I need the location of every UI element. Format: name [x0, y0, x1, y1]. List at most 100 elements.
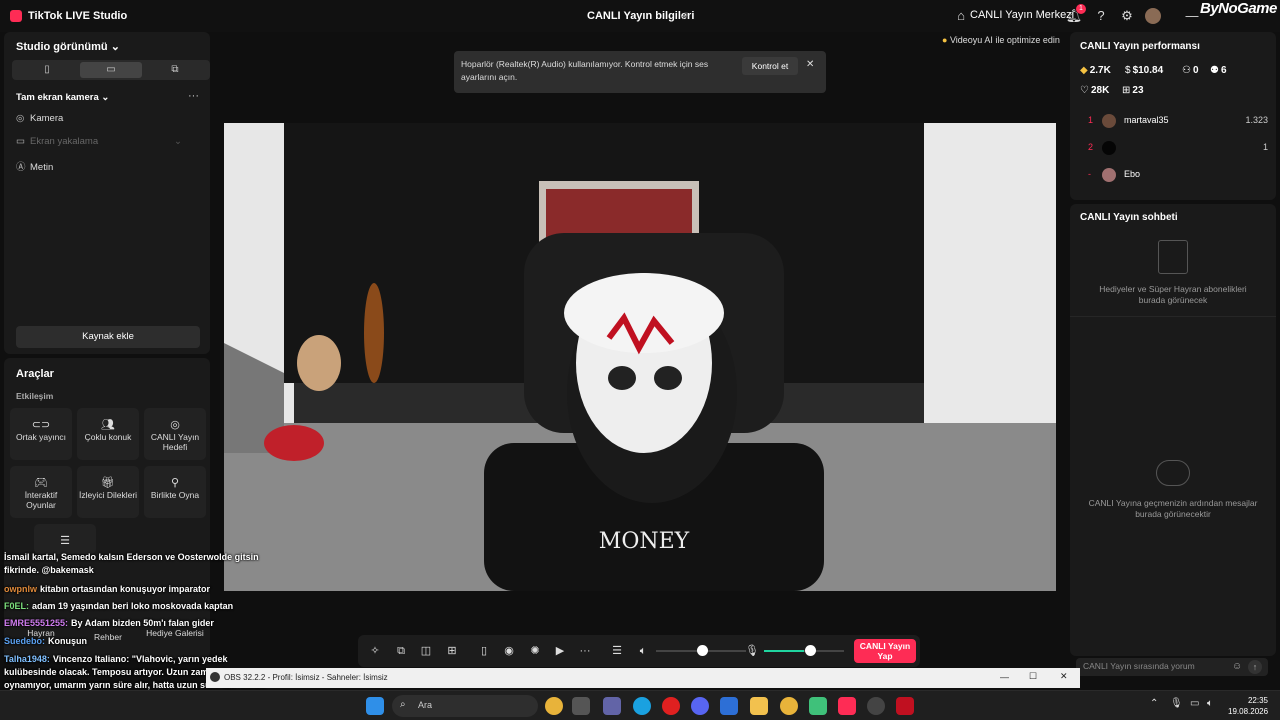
stream-control-toolbar: ✧ ⧉ ◫ ⊞ ▯ ◉ ✺ ▶ ··· ☰ 🔈︎ 🎙︎ CANLI Yayın …: [358, 635, 920, 667]
close-icon[interactable]: ✕: [1060, 671, 1068, 682]
windows-start-icon[interactable]: [366, 697, 384, 715]
tool-interactive-games[interactable]: 🎮︎ İnteraktif Oyunlar: [10, 466, 72, 518]
close-icon[interactable]: ✕: [806, 59, 814, 70]
chrome-icon[interactable]: [780, 697, 798, 715]
live-center-button[interactable]: CANLI Yayın Merkezi: [970, 9, 1074, 21]
help-icon[interactable]: ?: [1092, 7, 1110, 25]
source-text[interactable]: Ⓐ Metin: [16, 159, 53, 173]
likes-stat: ♡ 28K: [1080, 85, 1110, 96]
taskbar-clock[interactable]: 22:35 19.08.2026: [1228, 695, 1268, 717]
tiktok-icon[interactable]: [838, 697, 856, 715]
check-button[interactable]: Kontrol et: [742, 57, 798, 75]
chat-title: CANLI Yayın sohbeti: [1080, 212, 1178, 223]
users-icon: 👥︎: [101, 419, 115, 431]
taskbar-search[interactable]: ⌕ Ara: [392, 695, 538, 717]
home-icon: ⌂: [957, 8, 965, 23]
go-live-button[interactable]: CANLI Yayın Yap: [854, 639, 916, 663]
microphone-tray-icon[interactable]: 🎙︎: [1170, 698, 1183, 709]
app-icon[interactable]: [809, 697, 827, 715]
overlay-chat-message: Suedebo: Konuşun: [4, 636, 88, 646]
chrome-icon[interactable]: [545, 697, 563, 715]
share-icon[interactable]: ⇗: [680, 9, 689, 22]
gift-icon: 🎁︎: [101, 477, 115, 489]
avatar: [1102, 168, 1116, 182]
speaker-volume-handle[interactable]: [697, 645, 708, 656]
monitor-icon: ▭: [16, 136, 25, 147]
chat-comment-input[interactable]: CANLI Yayın sırasında yorum ☺ ↑: [1076, 658, 1268, 676]
adjust-icon[interactable]: ☰: [609, 643, 625, 659]
rotate-mode-button[interactable]: ⧉: [144, 62, 206, 78]
video-camera-icon[interactable]: ▶: [552, 643, 568, 659]
task-view-icon[interactable]: [572, 697, 590, 715]
ranking-row[interactable]: 21: [1088, 141, 1268, 156]
more-icon[interactable]: ···: [577, 643, 593, 659]
teams-icon[interactable]: [603, 697, 621, 715]
landscape-mode-button[interactable]: ▭: [80, 62, 142, 78]
windows-taskbar: ⌕ Ara ⌃ 🎙︎ ▭ 🔈︎ 22:35 19.08.2026: [0, 690, 1280, 720]
discord-icon[interactable]: [691, 697, 709, 715]
add-source-button[interactable]: Kaynak ekle: [16, 326, 200, 348]
studio-view-panel: Studio görünümü ⌄ ▯ ▭ ⧉ Tam ekran kamera…: [4, 32, 210, 354]
snapshot-icon[interactable]: ◫: [418, 643, 434, 659]
mail-icon[interactable]: [720, 697, 738, 715]
dollar-icon: $: [1125, 65, 1131, 76]
ranking-row[interactable]: 1 martaval35 1.323: [1088, 114, 1268, 129]
source-camera[interactable]: ◎ Kamera: [16, 113, 63, 124]
minimize-icon[interactable]: —: [1000, 672, 1009, 682]
emoji-icon[interactable]: ☺: [1232, 661, 1242, 672]
tool-multi-guest[interactable]: 👥︎ Çoklu konuk: [77, 408, 139, 460]
send-icon[interactable]: ↑: [1248, 660, 1262, 674]
camera-preview: MONEY: [224, 123, 1056, 591]
settings-gear-icon[interactable]: ⚙: [1118, 7, 1136, 25]
notification-badge: 1: [1076, 4, 1086, 14]
tool-co-host[interactable]: ⊂⊃ Ortak yayıncı: [10, 408, 72, 460]
camera-icon: ◎: [16, 113, 25, 124]
tool-live-goal[interactable]: ◎ CANLI Yayın Hedefi: [144, 408, 206, 460]
tool-more[interactable]: ☰: [34, 524, 96, 554]
maximize-icon[interactable]: ☐: [1029, 671, 1037, 682]
volume-tray-icon[interactable]: 🔈︎: [1207, 698, 1213, 709]
add-scene-icon[interactable]: ⊞: [444, 643, 460, 659]
live-info-title[interactable]: CANLI Yayın bilgileri: [587, 10, 694, 22]
target-icon: ◎: [170, 419, 180, 431]
microphone-icon[interactable]: 🎙︎: [744, 643, 760, 659]
file-explorer-icon[interactable]: [750, 697, 768, 715]
opera-icon[interactable]: [662, 697, 680, 715]
performance-title: CANLI Yayın performansı: [1080, 41, 1200, 52]
source-screen-capture[interactable]: ▭ Ekran yakalama ⌄: [16, 136, 182, 147]
record-icon[interactable]: ◉: [501, 643, 517, 659]
live-performance-panel: CANLI Yayın performansı ◆ 2.7K $ $10.84 ⚇ 0…: [1070, 32, 1276, 200]
youtube-icon[interactable]: [896, 697, 914, 715]
followers-icon: ⚉: [1210, 65, 1219, 76]
live-effect-icon[interactable]: ✺: [527, 643, 543, 659]
watermark-logo: ByNoGame: [1200, 0, 1277, 17]
tool-play-together[interactable]: ⚲ Birlikte Oyna: [144, 466, 206, 518]
mic-volume-handle[interactable]: [805, 645, 816, 656]
viewers-icon: ⚇: [1182, 65, 1191, 76]
edge-icon[interactable]: [633, 697, 651, 715]
obs-window-bar[interactable]: OBS 32.2.2 - Profil: İsimsiz - Sahneler:…: [206, 668, 1080, 688]
diamonds-stat: ◆ 2.7K: [1080, 65, 1111, 76]
effects-icon[interactable]: ⧉: [393, 643, 409, 659]
magic-wand-icon[interactable]: ✧: [367, 643, 383, 659]
studio-view-title[interactable]: Studio görünümü ⌄: [16, 40, 120, 53]
obs-icon[interactable]: [867, 697, 885, 715]
avatar[interactable]: [1145, 8, 1161, 24]
portrait-mode-button[interactable]: ▯: [16, 62, 78, 78]
network-icon[interactable]: ▭: [1190, 698, 1199, 709]
tool-viewer-wishes[interactable]: 🎁︎ İzleyici Dilekleri: [77, 466, 139, 518]
ai-optimize-button[interactable]: ● Videoyu AI ile optimize edin: [942, 35, 1060, 45]
chevron-up-icon[interactable]: ⌃: [1150, 698, 1158, 709]
gifts-stat: ⊞ 23: [1122, 85, 1144, 96]
overlay-chat-message: F0EL: adam 19 yaşından beri loko moskovad…: [4, 601, 234, 611]
phone-icon[interactable]: ▯: [476, 643, 492, 659]
chevron-down-icon: ⌄: [174, 136, 182, 147]
avatar: [1102, 141, 1116, 155]
speaker-icon[interactable]: 🔈︎: [635, 643, 651, 659]
overlay-chat-message: İsmail kartal, Semedo kalsın Ederson ve …: [4, 552, 259, 575]
scene-selector[interactable]: Tam ekran kamera ⌄: [16, 92, 109, 103]
more-options-icon[interactable]: ···: [188, 90, 199, 102]
ranking-row[interactable]: - Ebo: [1088, 168, 1268, 183]
gift-icon: ⊞: [1122, 85, 1131, 96]
minimize-icon[interactable]: —: [1183, 7, 1201, 25]
